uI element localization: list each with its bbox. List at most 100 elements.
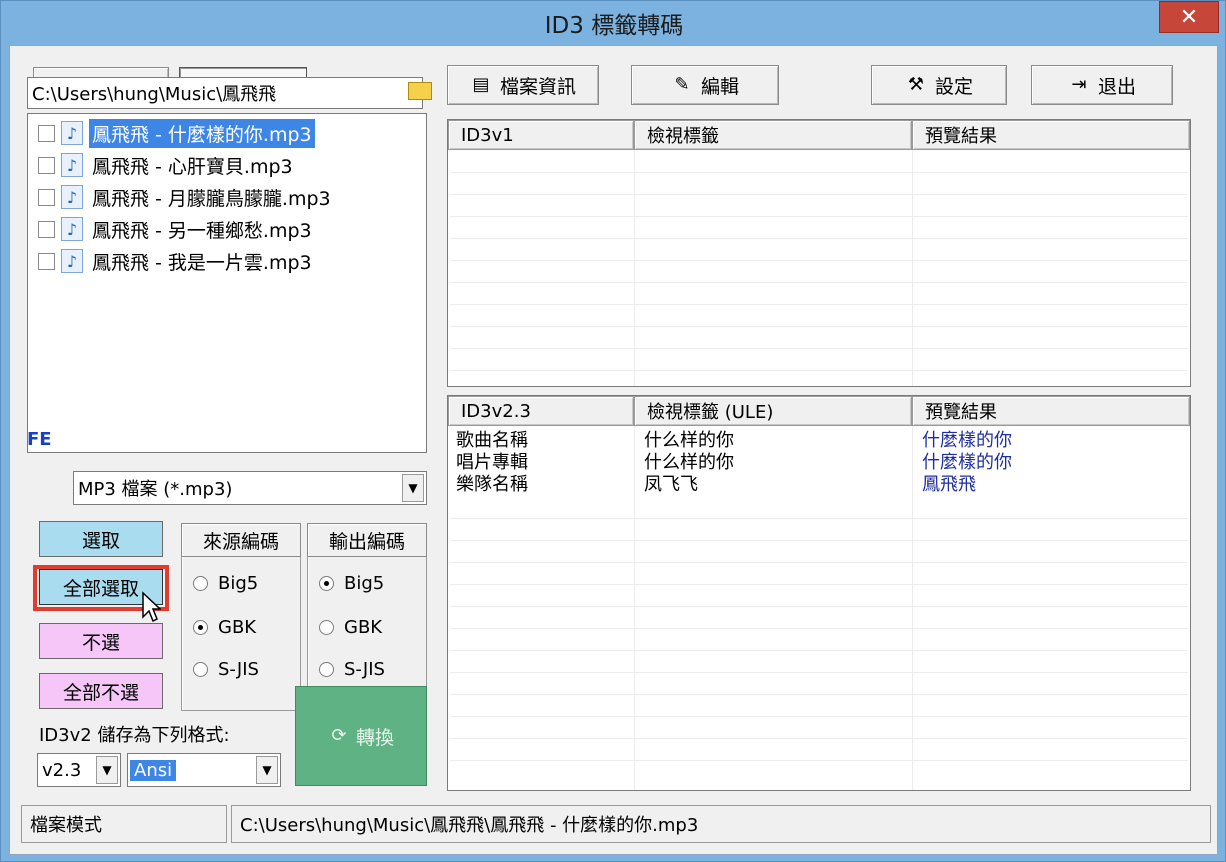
table-cell: 什么样的你: [644, 430, 734, 451]
radio-circle[interactable]: [193, 662, 208, 677]
list-item[interactable]: ♪ 鳳飛飛 - 月朦朧鳥朦朧.mp3: [32, 182, 334, 212]
row-divider: [450, 672, 1188, 673]
column-divider: [912, 150, 913, 386]
file-checkbox[interactable]: [38, 252, 55, 270]
deselect-button[interactable]: 不選: [39, 623, 163, 659]
radio-circle[interactable]: [319, 662, 334, 677]
folder-icon[interactable]: [408, 82, 432, 100]
radio-circle[interactable]: [193, 620, 208, 635]
file-info-label: 檔案資訊: [499, 75, 576, 98]
radio-circle[interactable]: [319, 576, 334, 591]
mouse-cursor-icon: [142, 591, 161, 623]
row-divider: [450, 172, 1188, 173]
column-divider: [634, 150, 635, 386]
settings-label: 設定: [934, 75, 973, 98]
row-divider: [450, 584, 1188, 585]
file-info-button[interactable]: ▤ 檔案資訊: [447, 65, 599, 105]
file-checkbox[interactable]: [38, 156, 55, 174]
id3v2-table[interactable]: ID3v2.3 檢視標籤 (ULE) 預覽結果 歌曲名稱 什么样的你 什麼樣的你…: [447, 395, 1191, 791]
source-encoding-title: 來源編碼: [181, 523, 301, 557]
close-button[interactable]: ✕: [1159, 1, 1219, 33]
id3v1-header-tag[interactable]: ID3v1: [448, 120, 634, 150]
edit-icon: ✎: [674, 74, 690, 95]
table-cell: 什麼樣的你: [922, 452, 1012, 473]
row-divider: [450, 716, 1188, 717]
path-input[interactable]: C:\Users\hung\Music\鳳飛飛: [27, 77, 432, 109]
source-big5-radio[interactable]: Big5: [193, 573, 258, 594]
music-file-icon: ♪: [61, 121, 83, 145]
source-sjis-radio[interactable]: S-JIS: [193, 659, 259, 680]
table-cell: 樂隊名稱: [456, 474, 528, 495]
file-name: 鳳飛飛 - 月朦朧鳥朦朧.mp3: [92, 187, 331, 210]
row-divider: [450, 606, 1188, 607]
file-list[interactable]: ♪ 鳳飛飛 - 什麼樣的你.mp3 ♪ 鳳飛飛 - 心肝寶貝.mp3 ♪ 鳳飛飛…: [27, 113, 427, 453]
id3v2-header-view[interactable]: 檢視標籤 (ULE): [634, 396, 912, 426]
row-divider: [450, 562, 1188, 563]
table-cell: 凤飞飞: [644, 474, 698, 495]
settings-button[interactable]: ⚒ 設定: [871, 65, 1007, 105]
music-file-icon: ♪: [61, 249, 83, 273]
refresh-icon: ⟳: [331, 725, 347, 746]
radio-label: S-JIS: [218, 659, 259, 680]
file-name: 鳳飛飛 - 什麼樣的你.mp3: [89, 118, 315, 148]
file-name: 鳳飛飛 - 另一種鄉愁.mp3: [92, 219, 312, 242]
row-divider: [450, 628, 1188, 629]
column-divider: [634, 426, 635, 790]
row-divider: [450, 282, 1188, 283]
exit-label: 退出: [1097, 75, 1136, 98]
chevron-down-icon[interactable]: ▼: [402, 474, 424, 502]
row-divider: [450, 304, 1188, 305]
source-gbk-radio[interactable]: GBK: [193, 617, 256, 638]
edit-label: 編輯: [700, 75, 739, 98]
row-divider: [450, 216, 1188, 217]
row-divider: [450, 540, 1188, 541]
music-file-icon: ♪: [61, 185, 83, 209]
output-encoding-title: 輸出編碼: [307, 523, 427, 557]
chevron-down-icon[interactable]: ▼: [96, 756, 118, 784]
row-divider: [450, 738, 1188, 739]
edit-button[interactable]: ✎ 編輯: [631, 65, 779, 105]
list-item[interactable]: ♪ 鳳飛飛 - 什麼樣的你.mp3: [32, 118, 315, 148]
select-button[interactable]: 選取: [39, 521, 163, 557]
table-cell: 鳳飛飛: [922, 474, 976, 495]
table-cell: 什么样的你: [644, 452, 734, 473]
row-divider: [450, 370, 1188, 371]
row-divider: [450, 760, 1188, 761]
title-bar[interactable]: ID3 標籤轉碼 ✕: [1, 1, 1226, 45]
id3v1-header-preview[interactable]: 預覽結果: [912, 120, 1190, 150]
output-gbk-radio[interactable]: GBK: [319, 617, 382, 638]
file-info-icon: ▤: [472, 74, 490, 95]
file-name: 鳳飛飛 - 我是一片雲.mp3: [92, 251, 312, 274]
output-sjis-radio[interactable]: S-JIS: [319, 659, 385, 680]
exit-button[interactable]: ⇥ 退出: [1031, 65, 1173, 105]
file-checkbox[interactable]: [38, 124, 55, 142]
id3v1-header-view[interactable]: 檢視標籤: [634, 120, 912, 150]
id3v2-header-tag[interactable]: ID3v2.3: [448, 396, 634, 426]
row-divider: [450, 694, 1188, 695]
radio-circle[interactable]: [319, 620, 334, 635]
music-file-icon: ♪: [61, 217, 83, 241]
id3v2-header-preview[interactable]: 預覽結果: [912, 396, 1190, 426]
charset-select[interactable]: Ansi ▼: [127, 753, 281, 787]
list-item[interactable]: ♪ 鳳飛飛 - 心肝寶貝.mp3: [32, 150, 296, 180]
chevron-down-icon[interactable]: ▼: [256, 756, 278, 784]
row-divider: [450, 348, 1188, 349]
column-divider: [912, 426, 913, 790]
file-checkbox[interactable]: [38, 188, 55, 206]
list-item[interactable]: ♪ 鳳飛飛 - 我是一片雲.mp3: [32, 246, 315, 276]
file-type-select[interactable]: MP3 檔案 (*.mp3) ▼: [73, 471, 427, 505]
version-select[interactable]: v2.3 ▼: [37, 753, 121, 787]
deselect-all-button[interactable]: 全部不選: [39, 673, 163, 709]
list-item[interactable]: ♪ 鳳飛飛 - 另一種鄉愁.mp3: [32, 214, 315, 244]
radio-circle[interactable]: [193, 576, 208, 591]
row-divider: [450, 260, 1188, 261]
exit-icon: ⇥: [1071, 74, 1087, 95]
table-cell: 歌曲名稱: [456, 430, 528, 451]
file-type-value: MP3 檔案 (*.mp3): [78, 479, 233, 500]
charset-value: Ansi: [130, 759, 177, 781]
convert-button[interactable]: ⟳ 轉換: [295, 686, 427, 786]
id3v1-table[interactable]: ID3v1 檢視標籤 預覽結果: [447, 119, 1191, 387]
file-checkbox[interactable]: [38, 220, 55, 238]
output-big5-radio[interactable]: Big5: [319, 573, 384, 594]
path-text: C:\Users\hung\Music\鳳飛飛: [32, 84, 277, 105]
